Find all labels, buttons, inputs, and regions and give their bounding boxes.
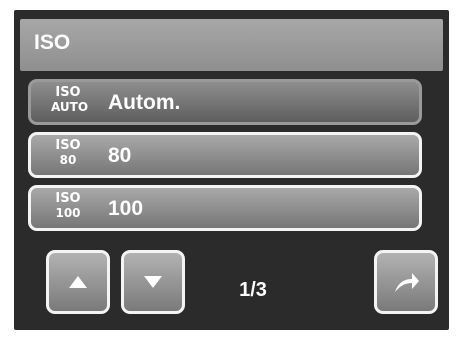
iso-80-icon: ISO 80 [55, 138, 81, 168]
page-indicator: 1/3 [239, 279, 267, 301]
arrow-down-icon [144, 276, 162, 288]
scroll-up-button[interactable] [46, 250, 110, 314]
iso-option-80[interactable]: ISO 80 80 [28, 132, 422, 178]
iso-auto-icon: ISO AUTO [51, 85, 89, 115]
iso-option-100[interactable]: ISO 100 100 [28, 185, 422, 231]
title-bar: ISO [20, 19, 443, 71]
iso-option-label: 80 [108, 144, 132, 167]
return-button[interactable] [374, 250, 438, 314]
return-arrow-icon [395, 273, 419, 292]
iso-option-label: Autom. [108, 91, 181, 114]
scroll-down-button[interactable] [121, 250, 185, 314]
iso-option-label: 100 [108, 197, 144, 220]
page-title: ISO [34, 31, 71, 54]
iso-option-auto[interactable]: ISO AUTO Autom. [28, 79, 422, 125]
arrow-up-icon [69, 276, 87, 288]
iso-100-icon: ISO 100 [55, 191, 81, 221]
